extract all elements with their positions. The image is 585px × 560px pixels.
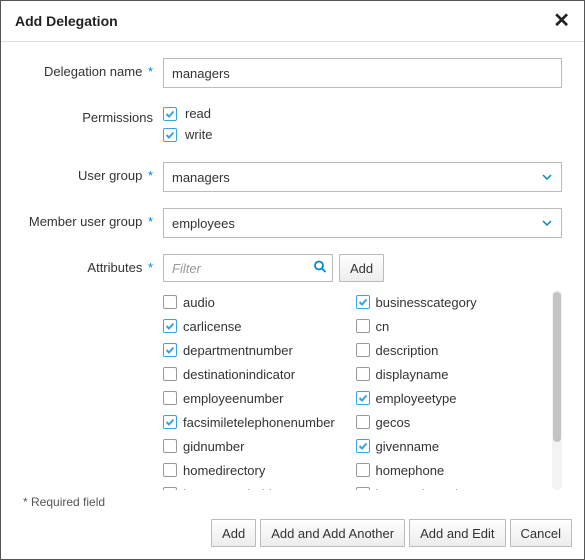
attribute-label: employeenumber — [183, 391, 283, 406]
dialog-title: Add Delegation — [15, 13, 118, 29]
user-group-value: managers — [172, 170, 230, 185]
attribute-item[interactable]: gecos — [356, 410, 549, 434]
checkbox-icon[interactable] — [356, 319, 370, 333]
checkbox-icon[interactable] — [356, 415, 370, 429]
required-asterisk: * — [144, 214, 153, 229]
checkbox-icon[interactable] — [356, 343, 370, 357]
label-attributes: Attributes * — [23, 254, 163, 275]
attribute-item[interactable]: homedirectory — [163, 458, 356, 482]
checkbox-icon[interactable] — [163, 439, 177, 453]
user-group-select[interactable]: managers — [163, 162, 562, 192]
required-asterisk: * — [144, 64, 153, 79]
attribute-label: businesscategory — [376, 295, 477, 310]
attribute-item[interactable]: gidnumber — [163, 434, 356, 458]
checkbox-icon[interactable] — [163, 367, 177, 381]
checkbox-icon[interactable] — [163, 319, 177, 333]
add-and-edit-button[interactable]: Add and Edit — [409, 519, 505, 547]
checkbox-icon[interactable] — [163, 295, 177, 309]
add-and-add-another-button[interactable]: Add and Add Another — [260, 519, 405, 547]
row-permissions: Permissions read write — [23, 104, 562, 146]
attribute-item[interactable]: carlicense — [163, 314, 356, 338]
checkbox-icon[interactable] — [356, 367, 370, 381]
attribute-item[interactable]: departmentnumber — [163, 338, 356, 362]
permission-read[interactable]: read — [163, 104, 562, 121]
checkbox-icon[interactable] — [163, 343, 177, 357]
attribute-item[interactable]: homephone — [356, 458, 549, 482]
row-member-user-group: Member user group * employees — [23, 208, 562, 238]
dialog-footer: Add Add and Add Another Add and Edit Can… — [1, 513, 584, 559]
label-user-group: User group * — [23, 162, 163, 183]
cancel-button[interactable]: Cancel — [510, 519, 572, 547]
attribute-item[interactable]: givenname — [356, 434, 549, 458]
label-delegation-name: Delegation name * — [23, 58, 163, 79]
attribute-scrollbar[interactable] — [552, 290, 562, 490]
attribute-label: description — [376, 343, 439, 358]
dialog-body: Delegation name * Permissions read write — [1, 42, 584, 491]
attribute-item[interactable]: inetuserhttpurl — [356, 482, 549, 490]
checkbox-icon[interactable] — [356, 463, 370, 477]
search-icon[interactable] — [313, 260, 327, 277]
scrollbar-thumb[interactable] — [553, 292, 561, 442]
attribute-label: facsimiletelephonenumber — [183, 415, 335, 430]
chevron-down-icon — [541, 217, 553, 229]
attribute-item[interactable]: audio — [163, 290, 356, 314]
attribute-item[interactable]: cn — [356, 314, 549, 338]
attribute-controls: Add — [163, 254, 562, 282]
attribute-label: employeetype — [376, 391, 457, 406]
checkbox-icon[interactable] — [163, 391, 177, 405]
attribute-label: homepostaladdress — [183, 487, 296, 491]
checkbox-icon[interactable] — [356, 295, 370, 309]
attribute-filter-input[interactable] — [163, 254, 333, 282]
attribute-label: departmentnumber — [183, 343, 293, 358]
checkbox-icon[interactable] — [163, 128, 177, 142]
checkbox-icon[interactable] — [163, 487, 177, 490]
attribute-label: inetuserhttpurl — [376, 487, 458, 491]
attribute-label: givenname — [376, 439, 440, 454]
checkbox-icon[interactable] — [356, 487, 370, 490]
attribute-item[interactable]: displayname — [356, 362, 549, 386]
permission-write[interactable]: write — [163, 125, 562, 142]
attribute-label: destinationindicator — [183, 367, 295, 382]
checkbox-icon[interactable] — [163, 415, 177, 429]
add-delegation-dialog: Add Delegation ✕ Delegation name * Permi… — [0, 0, 585, 560]
attribute-label: displayname — [376, 367, 449, 382]
attribute-item[interactable]: facsimiletelephonenumber — [163, 410, 356, 434]
attribute-add-button[interactable]: Add — [339, 254, 384, 282]
label-permissions: Permissions — [23, 104, 163, 125]
checkbox-icon[interactable] — [356, 391, 370, 405]
attribute-label: audio — [183, 295, 215, 310]
attribute-item[interactable]: destinationindicator — [163, 362, 356, 386]
required-asterisk: * — [144, 260, 153, 275]
attribute-item[interactable]: homepostaladdress — [163, 482, 356, 490]
row-attributes: Attributes * Add audio businesscategory ca… — [23, 254, 562, 490]
attribute-item[interactable]: description — [356, 338, 549, 362]
member-user-group-value: employees — [172, 216, 235, 231]
required-field-note: * Required field — [1, 491, 584, 513]
attribute-item[interactable]: businesscategory — [356, 290, 549, 314]
chevron-down-icon — [541, 171, 553, 183]
required-asterisk: * — [144, 168, 153, 183]
add-button[interactable]: Add — [211, 519, 256, 547]
checkbox-icon[interactable] — [163, 463, 177, 477]
attribute-label: carlicense — [183, 319, 242, 334]
attribute-item[interactable]: employeetype — [356, 386, 549, 410]
row-delegation-name: Delegation name * — [23, 58, 562, 88]
attribute-label: gidnumber — [183, 439, 244, 454]
checkbox-icon[interactable] — [163, 107, 177, 121]
row-user-group: User group * managers — [23, 162, 562, 192]
attribute-label: homephone — [376, 463, 445, 478]
label-member-user-group: Member user group * — [23, 208, 163, 229]
attribute-label: cn — [376, 319, 390, 334]
attribute-list: audio businesscategory carlicense cn departm… — [163, 290, 548, 490]
attribute-label: homedirectory — [183, 463, 265, 478]
dialog-header: Add Delegation ✕ — [1, 1, 584, 42]
member-user-group-select[interactable]: employees — [163, 208, 562, 238]
checkbox-icon[interactable] — [356, 439, 370, 453]
attribute-item[interactable]: employeenumber — [163, 386, 356, 410]
attribute-label: gecos — [376, 415, 411, 430]
delegation-name-field[interactable] — [163, 58, 562, 88]
close-icon[interactable]: ✕ — [553, 11, 570, 31]
